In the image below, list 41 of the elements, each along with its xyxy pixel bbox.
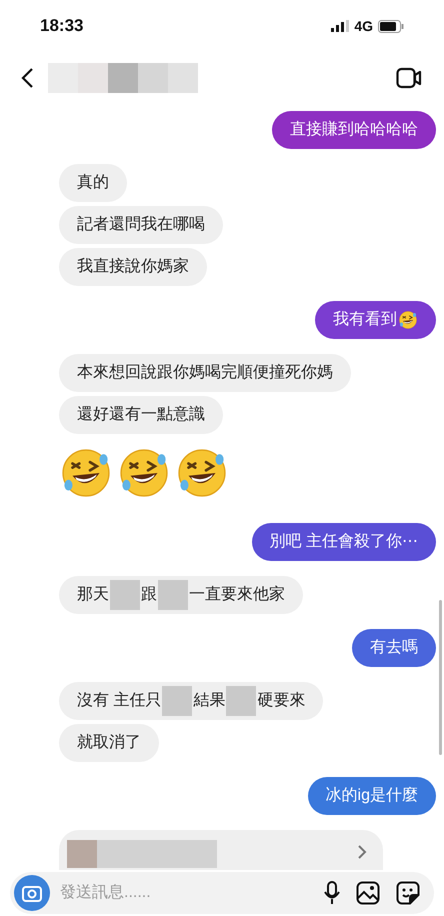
image-icon (356, 881, 380, 905)
message-composer[interactable]: 發送訊息...... (10, 872, 434, 914)
video-camera-icon (396, 67, 422, 89)
message-bubble: 別吧 主任會殺了你⋯ (252, 523, 436, 561)
message-input[interactable]: 發送訊息...... (60, 881, 324, 905)
microphone-icon (324, 881, 340, 905)
message-bubble: 就取消了 (59, 724, 159, 762)
message-text: 結果 (193, 691, 226, 711)
message-bubble: 記者還問我在哪喝 (59, 206, 223, 244)
redacted-block (162, 686, 192, 716)
camera-button[interactable] (14, 875, 50, 911)
message-text: 我有看到 (333, 310, 397, 330)
message-text: 跟 (141, 585, 157, 605)
sticker-button[interactable] (396, 881, 420, 905)
chevron-right-icon (357, 844, 367, 860)
back-button[interactable] (20, 67, 34, 89)
message-text: 那天 (77, 585, 109, 605)
gallery-button[interactable] (356, 881, 380, 905)
message-bubble: 真的 (59, 164, 127, 202)
message-bubble: 本來想回說跟你媽喝完順便撞死你媽 (59, 354, 351, 392)
sticker-icon (396, 881, 420, 905)
message-bubble: 冰的ig是什麼 (308, 777, 436, 815)
message-bubble: 直接賺到哈哈哈哈 (272, 111, 436, 149)
message-bubble: 還好還有一點意識 (59, 396, 223, 434)
message-text: 一直要來他家 (189, 584, 285, 605)
status-time: 18:33 (40, 15, 84, 38)
message-text: 硬要來 (257, 690, 306, 711)
signal-icon (331, 20, 350, 32)
network-label: 4G (354, 16, 373, 36)
message-bubble: 有去嗎 (352, 629, 436, 667)
back-icon (20, 67, 34, 89)
microphone-button[interactable] (324, 881, 340, 905)
redacted-block (226, 686, 256, 716)
redacted-block (158, 580, 188, 610)
message-bubble: 我直接說你媽家 (59, 248, 207, 286)
laughing-emoji-icon (398, 310, 418, 330)
battery-icon (378, 20, 404, 32)
redacted-block (110, 580, 140, 610)
camera-icon (22, 884, 42, 902)
message-text: 沒有 主任只 (77, 690, 162, 711)
video-call-button[interactable] (396, 67, 422, 89)
